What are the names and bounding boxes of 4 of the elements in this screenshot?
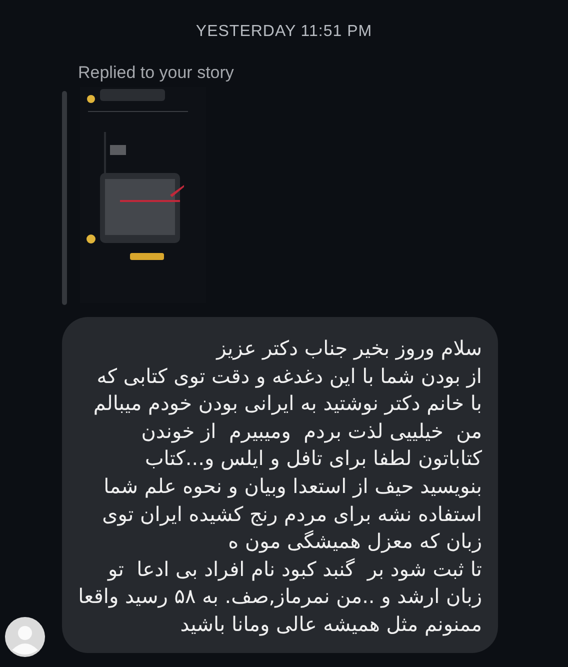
timestamp: YESTERDAY 11:51 PM xyxy=(194,22,374,41)
avatar-icon[interactable] xyxy=(5,617,45,657)
message-text: سلام وروز بخیر جناب دکتر عزیز از بودن شما با این دغدغه و دقت توی کتابی که با خانم دکتر نوشتید به ایرانی بودن خودم میبالم من خیلییی لذت بردم ومیبیرم از خوندن کتاباتون لطفا برای تافل و ایلس و...کتاب بنویسید حیف از استعدا وبیان و نحوه علم شما استفاده نشه برای مردم رنج کشیده ایران توی زبان که معزل همیشگی مون ه تا ثبت شود بر گنبد کبود نام افراد بی ادعا تو زبان ارشد و ..من نمرماز,صف. به ۵۸ رسید واقعا ممنونم مثل همیشه عالی ومانا باشید xyxy=(77,335,482,638)
reply-label: Replied to your story xyxy=(78,63,235,83)
